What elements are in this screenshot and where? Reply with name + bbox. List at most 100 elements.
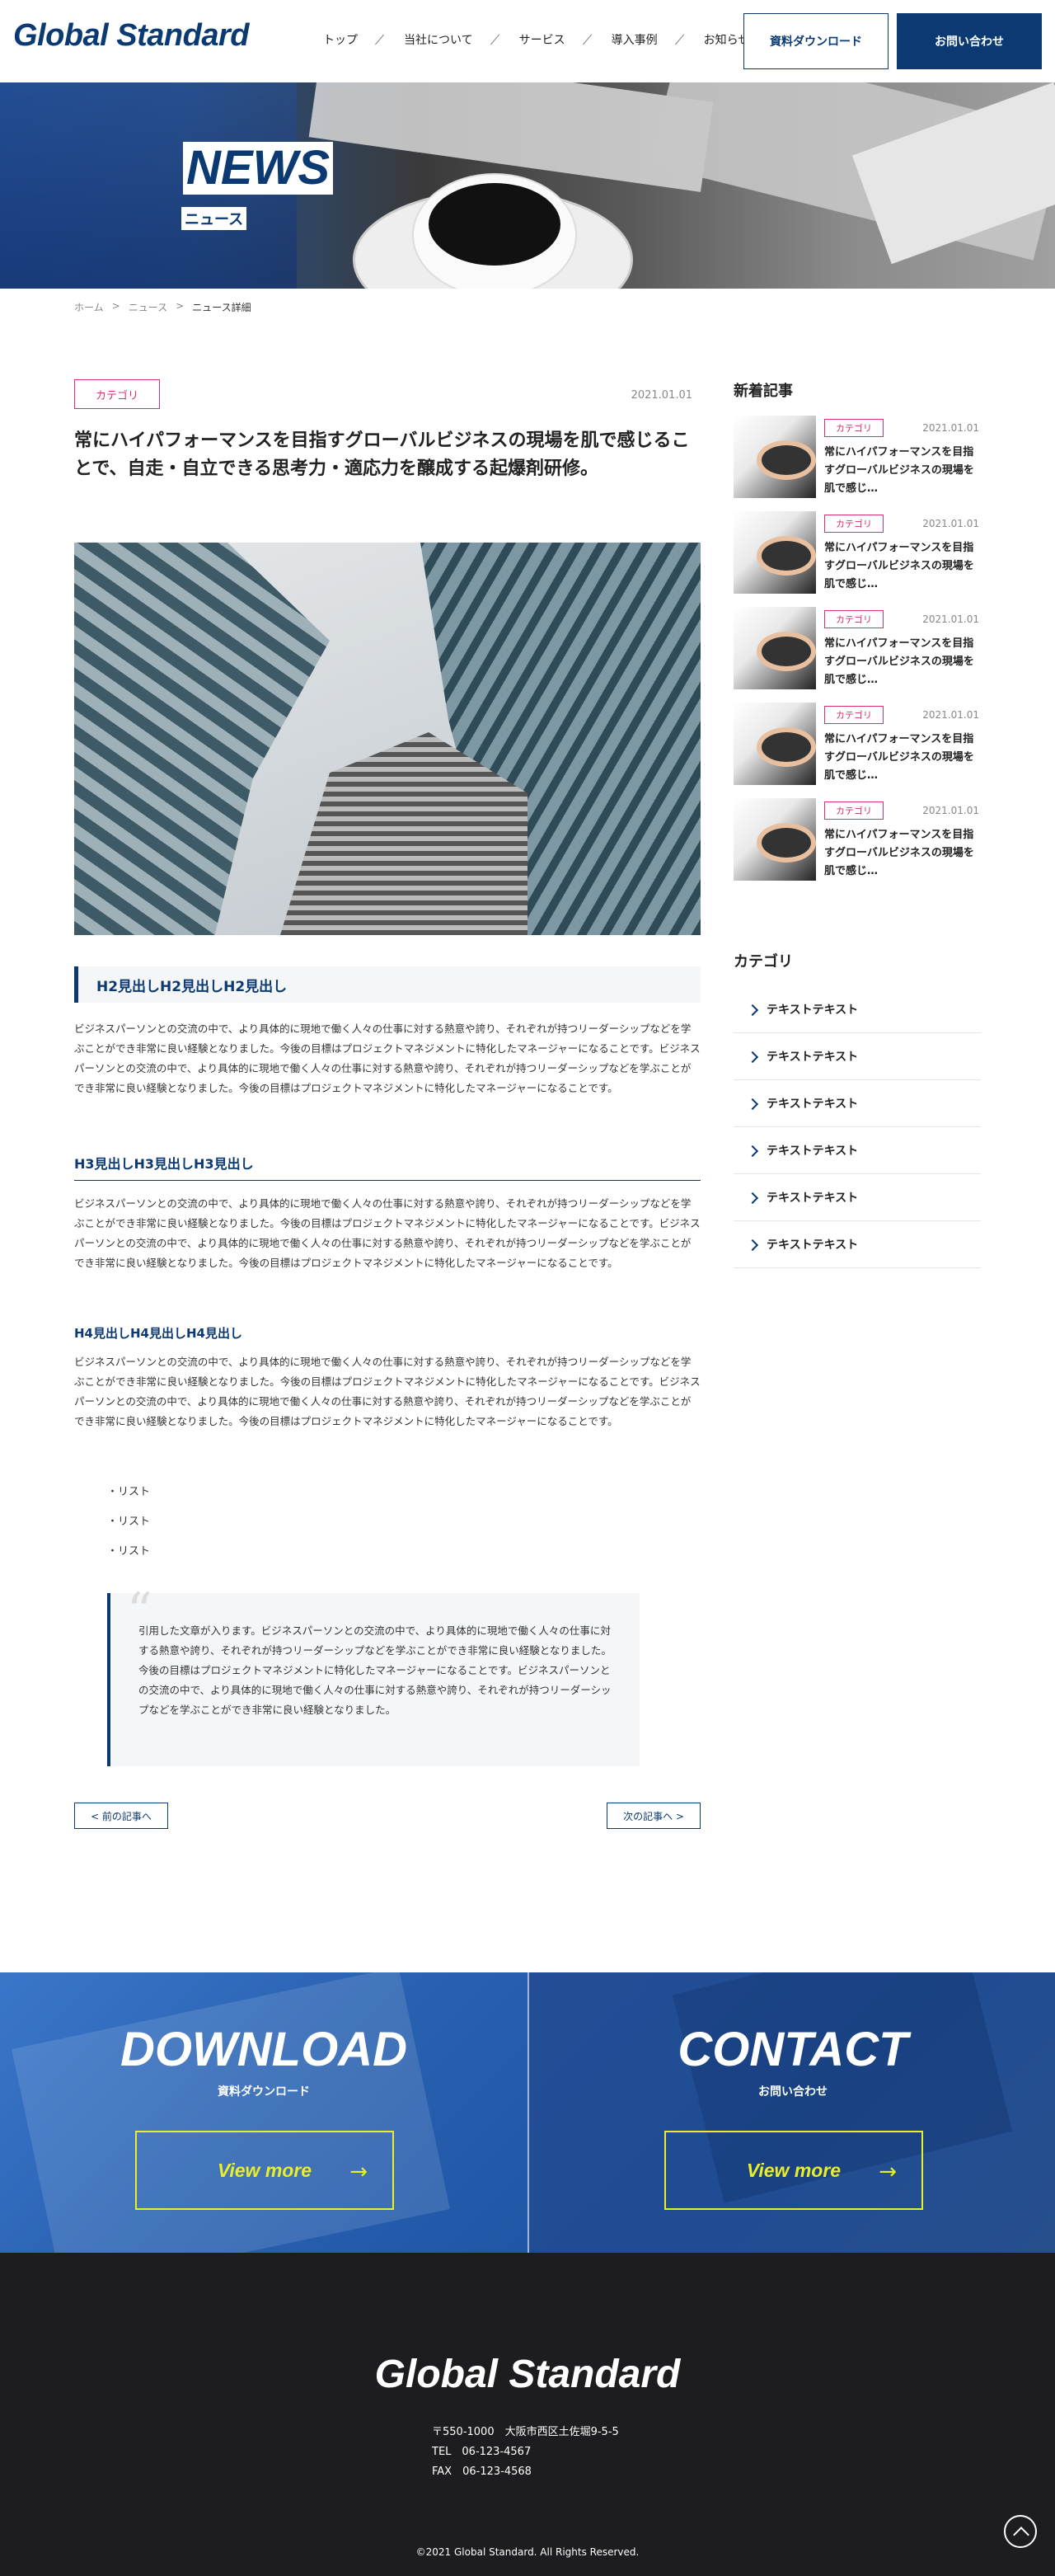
nav-item-top[interactable]: トップ (323, 31, 358, 48)
chevron-right-icon (746, 1145, 759, 1158)
chevron-right-icon (746, 1192, 759, 1205)
footer-contact-info: 〒550-1000 大阪市西区土佐堀9-5-5 TEL 06-123-4567 … (432, 2423, 619, 2482)
nav-item-service[interactable]: サービス (519, 31, 565, 48)
cta-download: DOWNLOAD 資料ダウンロード View more → (0, 1972, 528, 2253)
nav-separator (668, 31, 694, 48)
nav-separator (368, 31, 394, 48)
hero-banner (0, 82, 1055, 289)
recent-title: 常にハイパフォーマンスを目指すグローバルビジネスの現場を肌で感じ… (824, 733, 974, 782)
category-item[interactable]: テキストテキスト (734, 1174, 981, 1221)
recent-thumbnail (734, 416, 816, 498)
category-item[interactable]: テキストテキスト (734, 1080, 981, 1127)
recent-post[interactable]: カテゴリ 2021.01.01 常にハイパフォーマンスを目指すグローバルビジネス… (734, 416, 981, 500)
category-label: テキストテキスト (767, 1239, 859, 1252)
main-nav: トップ 当社について サービス 導入事例 お知らせ (323, 31, 749, 48)
recent-title: 常にハイパフォーマンスを目指すグローバルビジネスの現場を肌で感じ… (824, 446, 974, 495)
recent-category-tag[interactable]: カテゴリ (824, 801, 884, 820)
button-label: View more (746, 2159, 842, 2181)
recent-post[interactable]: カテゴリ 2021.01.01 常にハイパフォーマンスを目指すグローバルビジネス… (734, 511, 981, 595)
footer-logo[interactable]: Global Standard (0, 2352, 1055, 2397)
recent-post[interactable]: カテゴリ 2021.01.01 常にハイパフォーマンスを目指すグローバルビジネス… (734, 798, 981, 882)
breadcrumb-current: ニュース詳細 (192, 302, 251, 313)
footer-address: 〒550-1000 大阪市西区土佐堀9-5-5 (432, 2426, 619, 2438)
heading-h4: H4見出しH4見出しH4見出し (74, 1326, 242, 1341)
sidebar: 新着記事 カテゴリ 2021.01.01 常にハイパフォーマンスを目指すグローバ… (734, 379, 981, 1268)
prev-article-button[interactable]: < 前の記事へ (74, 1803, 168, 1829)
hero-coffee-image (429, 183, 560, 266)
breadcrumb-separator: > (176, 300, 185, 312)
category-item[interactable]: テキストテキスト (734, 986, 981, 1033)
recent-thumbnail (734, 703, 816, 785)
arrow-right-icon: → (879, 2160, 897, 2184)
nav-item-cases[interactable]: 導入事例 (612, 31, 658, 48)
hero-title: NEWS (183, 142, 333, 195)
recent-date: 2021.01.01 (922, 709, 979, 721)
post-title: 常にハイパフォーマンスを目指すグローバルビジネスの現場を肌で感じることで、自走・… (74, 430, 690, 479)
list-item: ・リスト (107, 1516, 151, 1528)
category-item[interactable]: テキストテキスト (734, 1221, 981, 1268)
nav-separator (483, 31, 509, 48)
category-heading: カテゴリ (734, 953, 793, 971)
recent-date: 2021.01.01 (922, 613, 979, 625)
list-item: ・リスト (107, 1545, 151, 1558)
heading-h3: H3見出しH3見出しH3見出し (74, 1153, 701, 1181)
arrow-right-icon: → (349, 2160, 368, 2184)
breadcrumb-news[interactable]: ニュース (129, 300, 167, 314)
nav-item-about[interactable]: 当社について (404, 31, 473, 48)
breadcrumb-separator: > (111, 300, 120, 312)
recent-heading: 新着記事 (734, 383, 793, 400)
category-label: テキストテキスト (767, 1051, 859, 1064)
download-view-more-button[interactable]: View more → (135, 2131, 394, 2210)
category-item[interactable]: テキストテキスト (734, 1127, 981, 1174)
cta-download-subtitle: 資料ダウンロード (218, 2085, 310, 2099)
site-logo[interactable]: Global Standard (13, 18, 249, 54)
chevron-right-icon (746, 1098, 759, 1111)
cta-contact-subtitle: お問い合わせ (758, 2085, 828, 2099)
nav-separator (575, 31, 602, 48)
recent-date: 2021.01.01 (922, 422, 979, 434)
chevron-right-icon (746, 1051, 759, 1064)
cta-document-image (12, 1972, 450, 2253)
hero-subtitle: ニュース (181, 207, 247, 230)
recent-post[interactable]: カテゴリ 2021.01.01 常にハイパフォーマンスを目指すグローバルビジネス… (734, 607, 981, 691)
category-label: テキストテキスト (767, 1098, 859, 1111)
recent-thumbnail (734, 798, 816, 881)
paragraph: ビジネスパーソンとの交流の中で、より具体的に現地で働く人々の仕事に対する熱意や誇… (74, 1197, 701, 1269)
blockquote: “ 引用した文章が入ります。ビジネスパーソンとの交流の中で、より具体的に現地で働… (107, 1582, 640, 1766)
recent-title: 常にハイパフォーマンスを目指すグローバルビジネスの現場を肌で感じ… (824, 637, 974, 686)
category-label: テキストテキスト (767, 1004, 859, 1017)
recent-title: 常にハイパフォーマンスを目指すグローバルビジネスの現場を肌で感じ… (824, 829, 974, 877)
breadcrumb-home[interactable]: ホーム (74, 300, 104, 314)
chevron-right-icon (746, 1004, 759, 1017)
recent-post[interactable]: カテゴリ 2021.01.01 常にハイパフォーマンスを目指すグローバルビジネス… (734, 703, 981, 787)
category-label: テキストテキスト (767, 1145, 859, 1158)
paragraph: ビジネスパーソンとの交流の中で、より具体的に現地で働く人々の仕事に対する熱意や誇… (74, 1356, 701, 1427)
back-to-top-icon[interactable] (1004, 2515, 1037, 2548)
contact-view-more-button[interactable]: View more → (664, 2131, 923, 2210)
cta-download-title: DOWNLOAD (120, 2023, 407, 2076)
bullet-list: ・リスト ・リスト ・リスト (107, 1483, 150, 1572)
quote-text: 引用した文章が入ります。ビジネスパーソンとの交流の中で、より具体的に現地で働く人… (138, 1624, 612, 1716)
paragraph: ビジネスパーソンとの交流の中で、より具体的に現地で働く人々の仕事に対する熱意や誇… (74, 1022, 701, 1094)
recent-category-tag[interactable]: カテゴリ (824, 706, 884, 724)
nav-item-news[interactable]: お知らせ (704, 31, 750, 48)
category-item[interactable]: テキストテキスト (734, 1033, 981, 1080)
recent-category-tag[interactable]: カテゴリ (824, 610, 884, 628)
cta-contact: CONTACT お問い合わせ View more → (529, 1972, 1055, 2253)
category-tag[interactable]: カテゴリ (74, 379, 160, 409)
button-label: View more (217, 2159, 312, 2181)
recent-category-tag[interactable]: カテゴリ (824, 515, 884, 533)
recent-date: 2021.01.01 (922, 518, 979, 529)
breadcrumb: ホーム > ニュース > ニュース詳細 (74, 300, 251, 314)
next-article-button[interactable]: 次の記事へ > (607, 1803, 701, 1829)
post-image-buildings (74, 543, 701, 935)
recent-category-tag[interactable]: カテゴリ (824, 419, 884, 437)
chevron-right-icon (746, 1239, 759, 1252)
contact-button[interactable]: お問い合わせ (897, 13, 1042, 69)
download-button[interactable]: 資料ダウンロード (743, 13, 889, 69)
quote-mark-icon: “ (127, 1582, 152, 1640)
footer-fax: FAX 06-123-4568 (432, 2466, 532, 2478)
category-label: テキストテキスト (767, 1192, 859, 1205)
heading-h2: H2見出しH2見出しH2見出し (74, 966, 701, 1003)
post-date: 2021.01.01 (631, 389, 692, 402)
